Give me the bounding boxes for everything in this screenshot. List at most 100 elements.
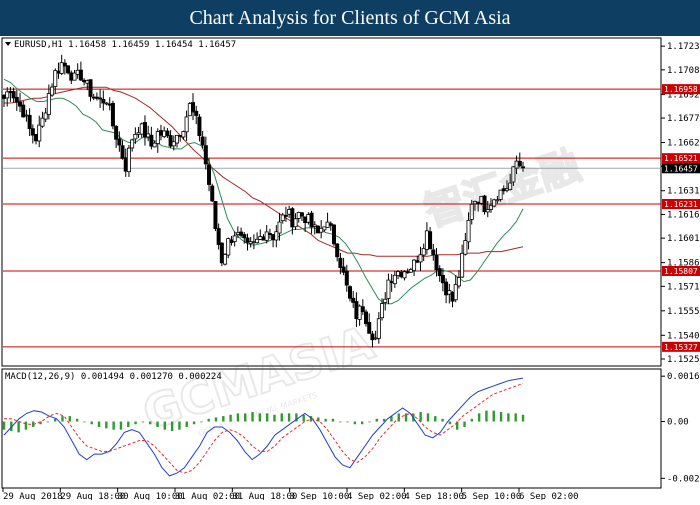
candle-body: [440, 274, 445, 284]
level-tag-label: 1.15807: [664, 267, 698, 276]
candle-body: [146, 133, 151, 138]
candle-body: [207, 164, 212, 185]
candle-body: [34, 134, 39, 142]
candle-body: [5, 91, 10, 99]
time-tick-label: 30 Aug 10:00: [118, 492, 183, 500]
candle-body: [415, 260, 420, 263]
candle-body: [203, 145, 208, 165]
candle-body: [120, 145, 125, 159]
macd-axis: 0.00167 0.00 -0.00209: [661, 372, 700, 484]
macd-bar: [419, 412, 422, 422]
price-axis: 1.172301.170801.169251.167751.166201.164…: [661, 42, 700, 365]
macd-bar: [375, 418, 379, 422]
macd-bar: [441, 418, 444, 422]
time-tick-label: 31 Aug 18:00: [232, 492, 297, 500]
price-tick-label: 1.16165: [667, 210, 700, 220]
macd-bar: [324, 418, 327, 422]
candle-body: [24, 114, 29, 117]
macd-bar: [90, 421, 93, 425]
candle-body: [258, 236, 263, 240]
macd-bar: [46, 421, 50, 423]
candle-body: [392, 274, 397, 285]
candle-body: [335, 243, 340, 258]
candle-body: [194, 110, 199, 116]
macd-tick-label: 0.00167: [667, 372, 700, 382]
time-tick-label: 29 Aug 2018: [3, 492, 63, 500]
macd-bar: [353, 421, 357, 425]
macd-bar: [83, 421, 86, 423]
candle-body: [56, 70, 61, 74]
macd-bar: [287, 413, 291, 422]
macd-tick-label: -0.00209: [667, 474, 700, 484]
candle-body: [389, 281, 394, 283]
macd-bar: [477, 413, 481, 422]
candle-body: [370, 333, 375, 341]
price-tick-label: 1.16775: [667, 114, 700, 124]
macd-bar: [75, 418, 79, 422]
macd-bar: [105, 421, 108, 429]
candle-body: [312, 224, 317, 227]
candle-body: [424, 230, 429, 250]
macd-bar: [280, 413, 283, 422]
candle-body: [149, 134, 154, 147]
macd-bar: [112, 421, 115, 430]
candle-body: [437, 268, 442, 276]
candle-body: [463, 240, 468, 255]
candle-body: [251, 241, 256, 244]
macd-bar: [141, 421, 145, 423]
macd-bar: [61, 416, 64, 422]
candle-body: [101, 98, 106, 104]
candle-body: [325, 221, 330, 228]
candle-body: [8, 90, 13, 94]
candle-body: [18, 101, 23, 107]
macd-bar: [470, 418, 474, 422]
candle-body: [271, 234, 276, 241]
candle-body: [232, 235, 237, 242]
candle-body: [277, 221, 282, 234]
price-tick-label: 1.15555: [667, 307, 700, 317]
macd-bar: [346, 421, 349, 423]
candle-body: [306, 214, 311, 223]
candle-body: [104, 102, 109, 105]
macd-bar: [68, 416, 71, 422]
candle-body: [107, 103, 112, 106]
candle-body: [280, 214, 285, 222]
candle-body: [2, 94, 7, 99]
candle-body: [158, 130, 163, 136]
candle-body: [402, 271, 407, 279]
candle-body: [309, 212, 314, 228]
candle-body: [85, 80, 90, 84]
candle-body: [386, 279, 391, 299]
candle-body: [354, 301, 359, 320]
candle-body: [287, 209, 292, 215]
price-tick-label: 1.16015: [667, 234, 700, 244]
candle-body: [62, 62, 67, 67]
price-tick-label: 1.15710: [667, 282, 700, 292]
price-tick-label: 1.16315: [667, 187, 700, 197]
candle-body: [66, 65, 71, 74]
candle-body: [69, 72, 74, 81]
candle-body: [197, 116, 202, 136]
candle-body: [412, 259, 417, 271]
macd-bar: [2, 421, 6, 430]
candle-body: [242, 234, 247, 239]
macd-bar: [426, 413, 430, 422]
candle-body: [373, 337, 378, 340]
macd-tick-label: 0.00: [667, 418, 689, 428]
candle-body: [126, 147, 131, 173]
candle-body: [187, 103, 192, 117]
candle-body: [248, 241, 253, 244]
candle-body: [399, 271, 404, 278]
candle-body: [296, 212, 301, 219]
candle-body: [360, 306, 365, 312]
candle-body: [229, 239, 234, 243]
candle-body: [264, 231, 269, 241]
price-tick-label: 1.15400: [667, 331, 700, 341]
candle-body: [444, 281, 449, 296]
candle-body: [428, 231, 433, 250]
candle-body: [174, 134, 179, 144]
time-tick-label: 6 Sep 02:00: [519, 492, 579, 500]
candle-body: [405, 271, 410, 274]
candle-body: [274, 231, 279, 241]
price-tick-label: 1.15250: [667, 355, 700, 365]
